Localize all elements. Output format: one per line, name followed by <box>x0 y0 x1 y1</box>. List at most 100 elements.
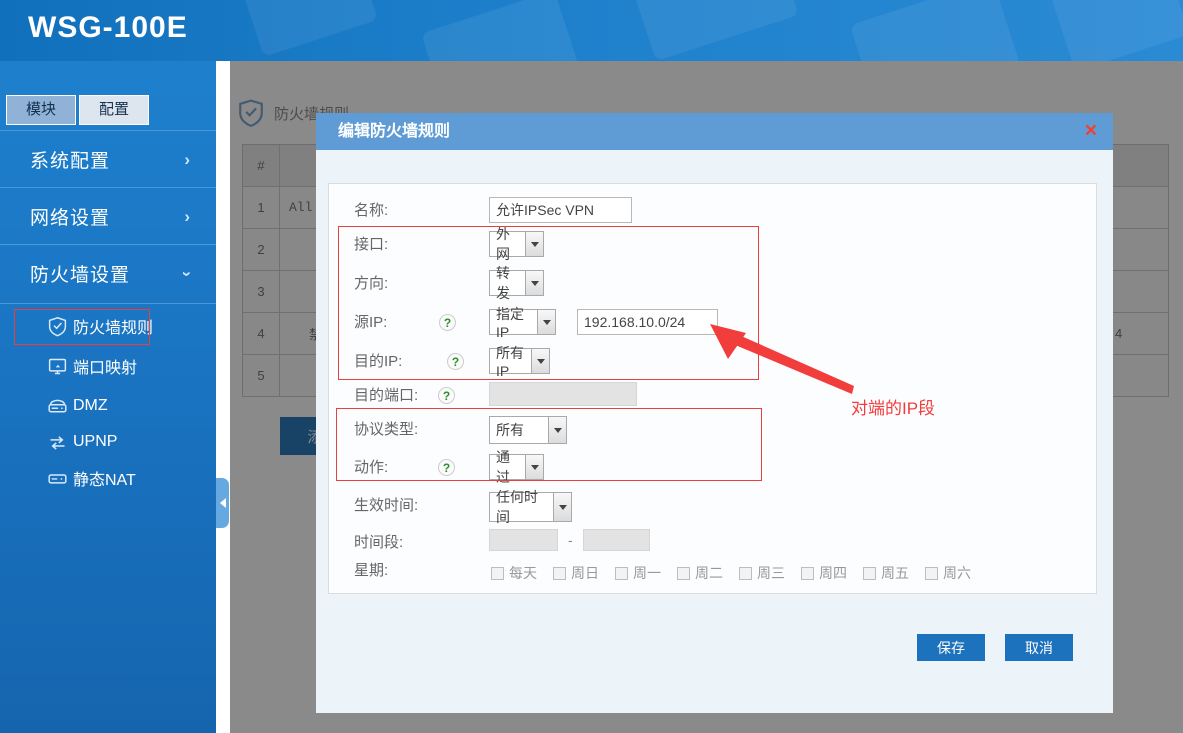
section-label: 网络设置 <box>30 203 110 230</box>
divider <box>0 303 216 304</box>
dialog-title: 编辑防火墙规则 <box>338 113 450 150</box>
tab-config[interactable]: 配置 <box>79 95 149 125</box>
field-label: 动作: <box>354 454 388 482</box>
interface-select[interactable]: 外网 <box>489 231 544 257</box>
help-icon[interactable]: ? <box>439 314 456 331</box>
select-value: 转发 <box>490 271 525 295</box>
submenu-label: 端口映射 <box>73 354 137 378</box>
period-start-input <box>489 529 558 551</box>
weekday-checkbox[interactable] <box>615 567 628 580</box>
source-ip-input[interactable]: 192.168.10.0/24 <box>577 309 718 335</box>
chevron-down-icon <box>525 271 543 295</box>
select-value: 所有 <box>490 417 548 443</box>
field-label: 名称: <box>354 197 388 225</box>
banner-texture <box>242 0 378 57</box>
sidebar-item-static-nat[interactable]: 静态NAT <box>0 461 216 495</box>
sidebar-item-upnp[interactable]: UPNP <box>0 425 216 459</box>
chevron-down-icon <box>525 455 543 479</box>
field-label: 接口: <box>354 231 388 259</box>
chevron-left-icon <box>220 498 226 508</box>
field-label: 目的端口: <box>354 382 418 410</box>
name-input[interactable]: 允许IPSec VPN <box>489 197 632 223</box>
sidebar: 模块 配置 系统配置 › 网络设置 › 防火墙设置 › 防火墙规则 <box>0 61 216 733</box>
period-end-input <box>583 529 650 551</box>
field-row-destination-port: 目的端口: ? <box>329 382 1096 410</box>
action-select[interactable]: 通过 <box>489 454 544 480</box>
weekday-label: 周六 <box>943 563 971 583</box>
weekday-label: 周一 <box>633 563 661 583</box>
field-row-weekdays: 星期: 每天 周日 周一 周二 周三 周四 周五 周六 <box>329 557 1096 585</box>
weekday-checkbox[interactable] <box>553 567 566 580</box>
field-row-protocol: 协议类型: 所有 <box>329 416 1096 444</box>
submenu-label: UPNP <box>73 433 117 451</box>
field-row-interface: 接口: 外网 <box>329 231 1096 259</box>
field-row-source-ip: 源IP: ? 指定IP 192.168.10.0/24 <box>329 309 1096 337</box>
field-row-time-period: 时间段: - <box>329 529 1096 557</box>
form-panel: 名称: 允许IPSec VPN 接口: 外网 方向: 转发 <box>328 183 1097 594</box>
destination-ip-select[interactable]: 所有IP <box>489 348 550 374</box>
help-icon[interactable]: ? <box>438 459 455 476</box>
weekday-checkbox[interactable] <box>925 567 938 580</box>
tab-modules[interactable]: 模块 <box>6 95 76 125</box>
help-icon[interactable]: ? <box>447 353 464 370</box>
weekday-label: 每天 <box>509 563 537 583</box>
sidebar-item-dmz[interactable]: DMZ <box>0 389 216 423</box>
cancel-button[interactable]: 取消 <box>1005 634 1073 661</box>
monitor-icon <box>47 356 68 377</box>
app-title: WSG-100E <box>28 11 188 45</box>
router-icon <box>47 396 68 417</box>
field-label: 协议类型: <box>354 416 418 444</box>
select-value: 任何时间 <box>490 493 553 521</box>
weekday-label: 周日 <box>571 563 599 583</box>
weekday-checkbox[interactable] <box>677 567 690 580</box>
direction-select[interactable]: 转发 <box>489 270 544 296</box>
save-button[interactable]: 保存 <box>917 634 985 661</box>
sidebar-item-system-config[interactable]: 系统配置 › <box>0 130 216 188</box>
weekday-checkbox[interactable] <box>801 567 814 580</box>
submenu-label: DMZ <box>73 397 108 415</box>
protocol-select[interactable]: 所有 <box>489 416 567 444</box>
weekday-label: 周三 <box>757 563 785 583</box>
weekday-label: 周四 <box>819 563 847 583</box>
chevron-right-icon: › <box>184 207 190 227</box>
banner-texture <box>850 0 1020 61</box>
weekday-label: 周二 <box>695 563 723 583</box>
chevron-down-icon <box>537 310 555 334</box>
select-value: 指定IP <box>490 310 537 334</box>
sidebar-item-network-settings[interactable]: 网络设置 › <box>0 187 216 245</box>
weekday-checkbox[interactable] <box>863 567 876 580</box>
select-value: 通过 <box>490 455 525 479</box>
chevron-right-icon: › <box>184 150 190 170</box>
destination-port-input <box>489 382 637 406</box>
annotation-red-box-sidebar <box>14 309 150 345</box>
edit-firewall-rule-dialog: 编辑防火墙规则 × 名称: 允许IPSec VPN 接口: 外网 方向: 转发 <box>316 113 1113 713</box>
sidebar-item-firewall-settings[interactable]: 防火墙设置 › <box>0 244 216 302</box>
section-label: 防火墙设置 <box>30 260 130 287</box>
weekday-checkbox[interactable] <box>491 567 504 580</box>
source-ip-select[interactable]: 指定IP <box>489 309 556 335</box>
field-row-direction: 方向: 转发 <box>329 270 1096 298</box>
select-value: 外网 <box>490 232 525 256</box>
sidebar-collapse-handle[interactable] <box>216 478 229 528</box>
weekday-label: 周五 <box>881 563 909 583</box>
device-icon <box>47 468 68 489</box>
chevron-down-icon <box>531 349 549 373</box>
sidebar-tabs: 模块 配置 <box>6 95 152 125</box>
effective-time-select[interactable]: 任何时间 <box>489 492 572 522</box>
field-row-effective-time: 生效时间: 任何时间 <box>329 492 1096 520</box>
banner-texture <box>421 0 579 61</box>
two-way-arrows-icon <box>47 432 68 453</box>
select-value: 所有IP <box>490 349 531 373</box>
close-icon[interactable]: × <box>1085 117 1097 145</box>
dialog-titlebar: 编辑防火墙规则 × <box>316 113 1113 150</box>
banner-texture <box>631 0 798 61</box>
chevron-down-icon: › <box>177 271 197 277</box>
field-label: 源IP: <box>354 309 387 337</box>
chevron-down-icon <box>553 493 571 521</box>
weekday-checkbox[interactable] <box>739 567 752 580</box>
dash-separator: - <box>568 532 573 548</box>
help-icon[interactable]: ? <box>438 387 455 404</box>
field-row-action: 动作: ? 通过 <box>329 454 1096 482</box>
submenu-label: 静态NAT <box>73 466 136 490</box>
sidebar-item-port-mapping[interactable]: 端口映射 <box>0 349 216 383</box>
